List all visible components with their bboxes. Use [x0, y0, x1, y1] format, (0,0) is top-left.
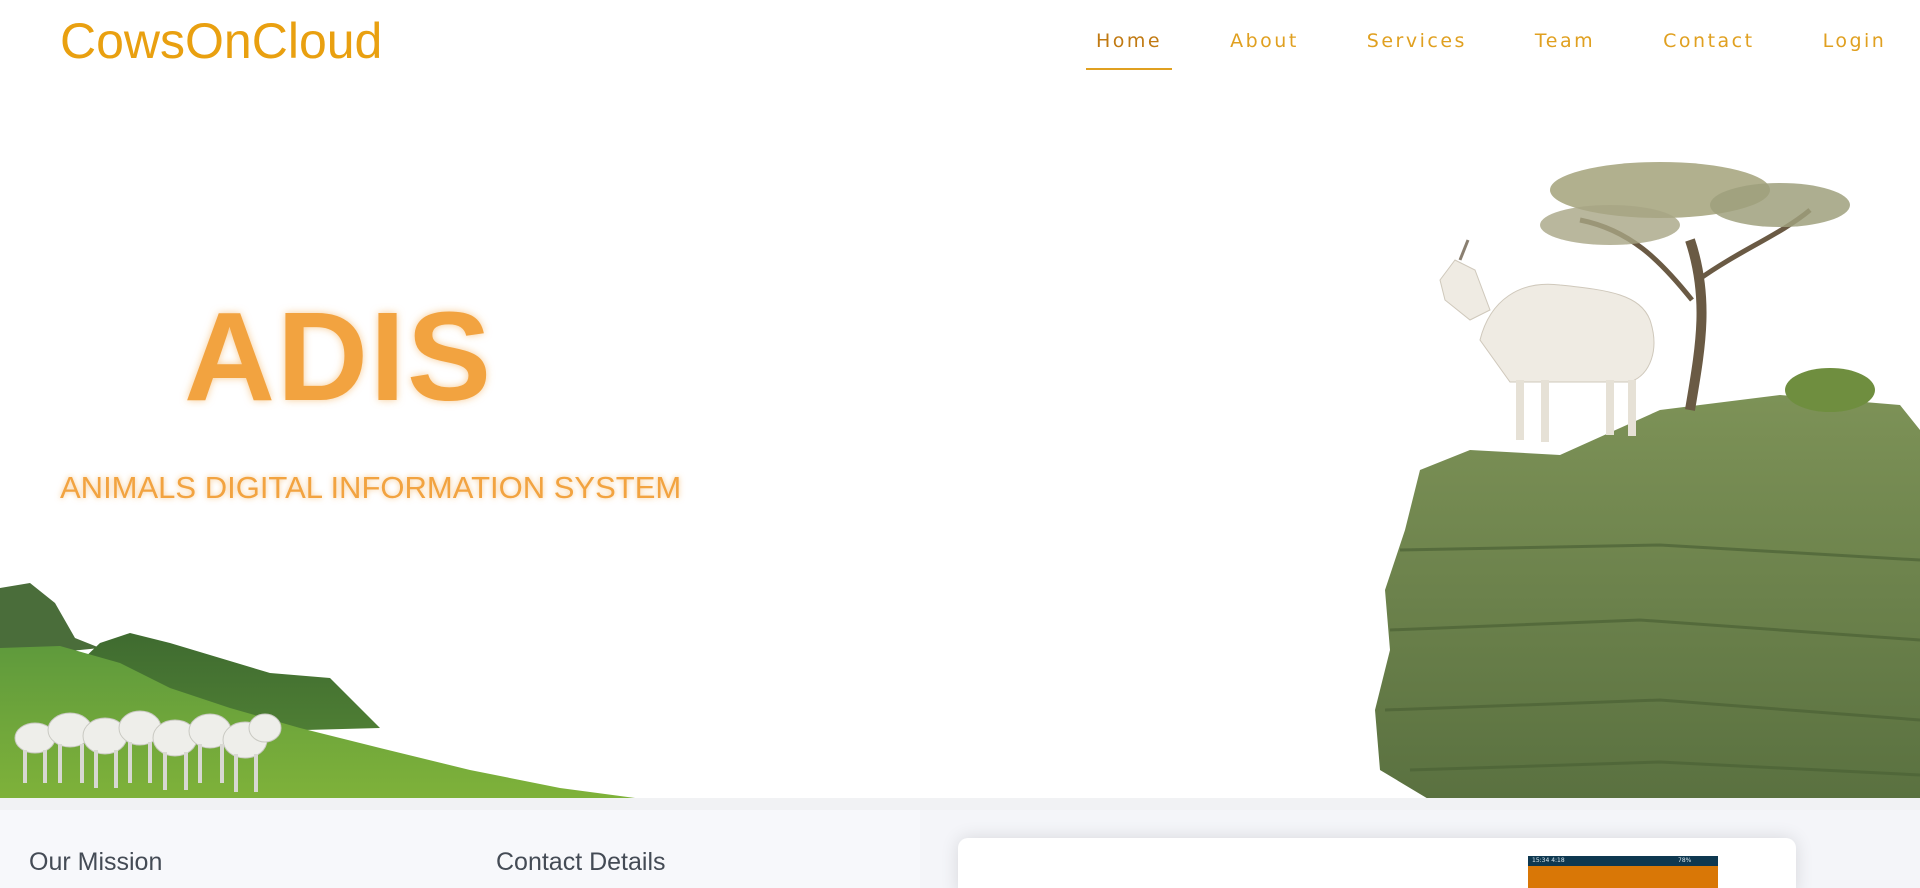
nav-team[interactable]: Team	[1519, 28, 1611, 72]
site-header: CowsOnCloud Home About Services Team Con…	[0, 0, 1920, 84]
phone-status-bar: 15:34 4:18 78%	[1528, 856, 1718, 866]
phone-screenshot: 15:34 4:18 78%	[1528, 856, 1718, 888]
page: CowsOnCloud Home About Services Team Con…	[0, 0, 1920, 888]
hero-subtitle: ANIMALS DIGITAL INFORMATION SYSTEM	[60, 470, 682, 505]
nav-contact[interactable]: Contact	[1647, 28, 1770, 72]
hills-cattle-image	[0, 583, 650, 800]
nav-home[interactable]: Home	[1080, 28, 1178, 72]
main-nav: Home About Services Team Contact Login	[1080, 28, 1920, 72]
nav-about[interactable]: About	[1214, 28, 1315, 72]
brand-logo[interactable]: CowsOnCloud	[60, 12, 382, 70]
section-divider	[0, 798, 1920, 810]
phone-status-right: 78%	[1678, 857, 1692, 864]
hero-title: ADIS	[184, 286, 494, 427]
mission-heading: Our Mission	[29, 848, 163, 876]
contact-heading: Contact Details	[496, 848, 666, 876]
nav-login[interactable]: Login	[1807, 28, 1903, 72]
nav-services[interactable]: Services	[1351, 28, 1483, 72]
phone-status-left: 15:34 4:18	[1532, 857, 1565, 864]
cliff-cow-image	[1375, 162, 1920, 800]
phone-app-header	[1528, 866, 1718, 888]
